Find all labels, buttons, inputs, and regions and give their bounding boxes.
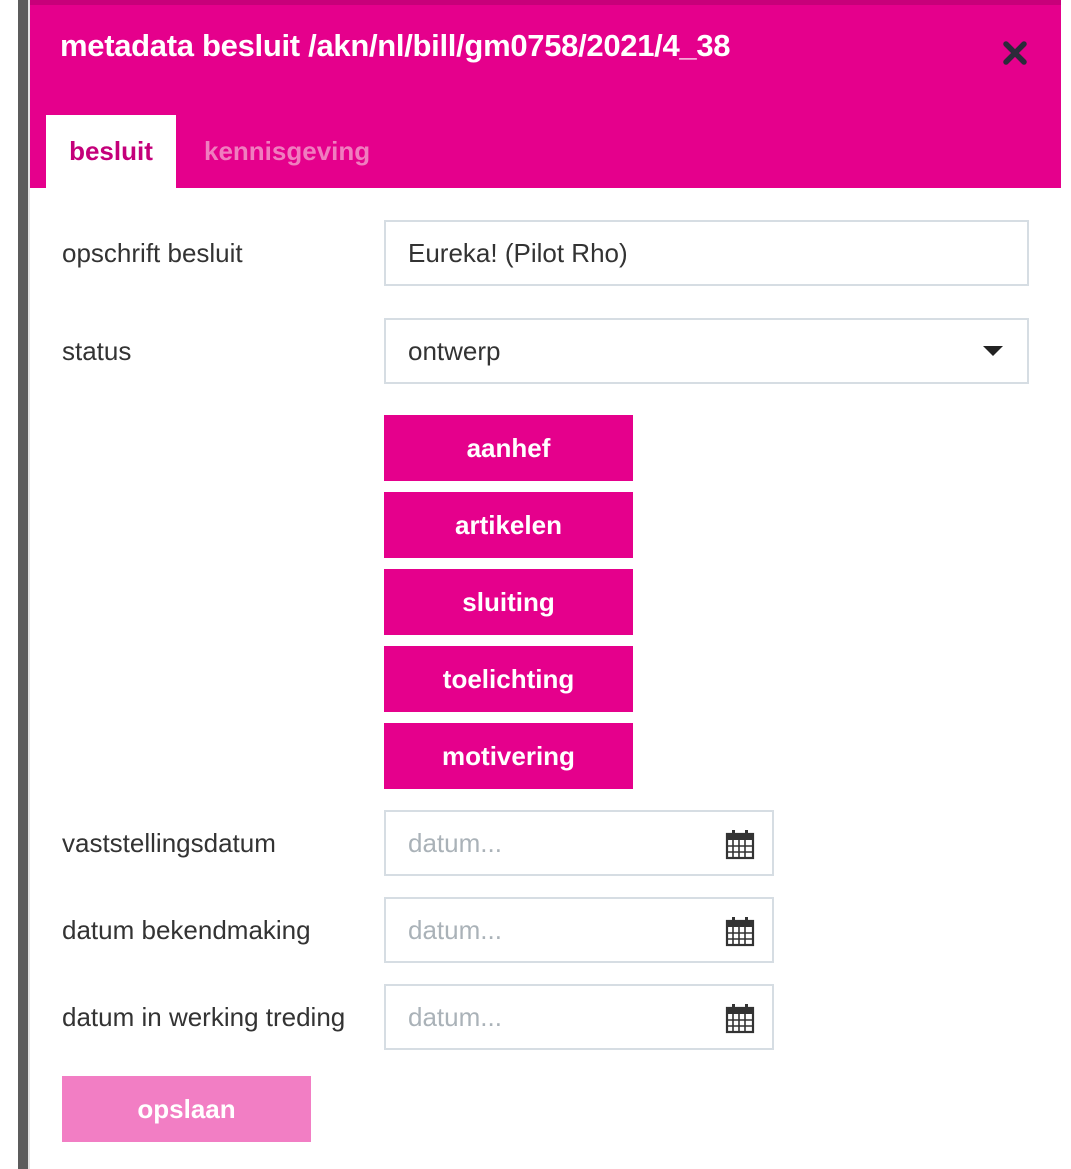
opschrift-value: Eureka! (Pilot Rho): [408, 238, 628, 268]
opschrift-label: opschrift besluit: [62, 238, 243, 268]
status-label: status: [62, 336, 132, 366]
inwerkingtreding-input[interactable]: datum...: [384, 984, 774, 1050]
bekendmaking-label: datum bekendmaking: [62, 915, 311, 945]
status-value: ontwerp: [408, 336, 501, 366]
inwerkingtreding-label: datum in werking treding: [62, 1002, 346, 1032]
aanhef-button[interactable]: aanhef: [384, 415, 633, 481]
vaststellingsdatum-label: vaststellingsdatum: [62, 828, 276, 858]
page-backdrop: [0, 0, 18, 1169]
vaststellingsdatum-input[interactable]: datum...: [384, 810, 774, 876]
opschrift-input[interactable]: Eureka! (Pilot Rho): [384, 220, 1029, 286]
bekendmaking-input[interactable]: datum...: [384, 897, 774, 963]
sluiting-button[interactable]: sluiting: [384, 569, 633, 635]
vaststellingsdatum-placeholder: datum...: [408, 828, 502, 858]
close-button[interactable]: [998, 36, 1032, 70]
status-select[interactable]: ontwerp: [384, 318, 1029, 384]
save-button[interactable]: opslaan: [62, 1076, 311, 1142]
dialog-header: metadata besluit /akn/nl/bill/gm0758/202…: [30, 0, 1061, 188]
tab-kennisgeving[interactable]: kennisgeving: [204, 115, 370, 188]
calendar-icon[interactable]: [724, 828, 756, 860]
toelichting-button[interactable]: toelichting: [384, 646, 633, 712]
tab-besluit[interactable]: besluit: [46, 115, 176, 188]
calendar-icon[interactable]: [724, 915, 756, 947]
chevron-down-icon: [983, 346, 1003, 356]
metadata-dialog: metadata besluit /akn/nl/bill/gm0758/202…: [28, 0, 1061, 1169]
close-icon: [1003, 41, 1027, 65]
artikelen-button[interactable]: artikelen: [384, 492, 633, 558]
bekendmaking-placeholder: datum...: [408, 915, 502, 945]
dialog-left-border: [18, 0, 28, 1169]
calendar-icon[interactable]: [724, 1002, 756, 1034]
inwerkingtreding-placeholder: datum...: [408, 1002, 502, 1032]
motivering-button[interactable]: motivering: [384, 723, 633, 789]
dialog-title: metadata besluit /akn/nl/bill/gm0758/202…: [60, 28, 731, 63]
header-top-line: [30, 0, 1061, 5]
